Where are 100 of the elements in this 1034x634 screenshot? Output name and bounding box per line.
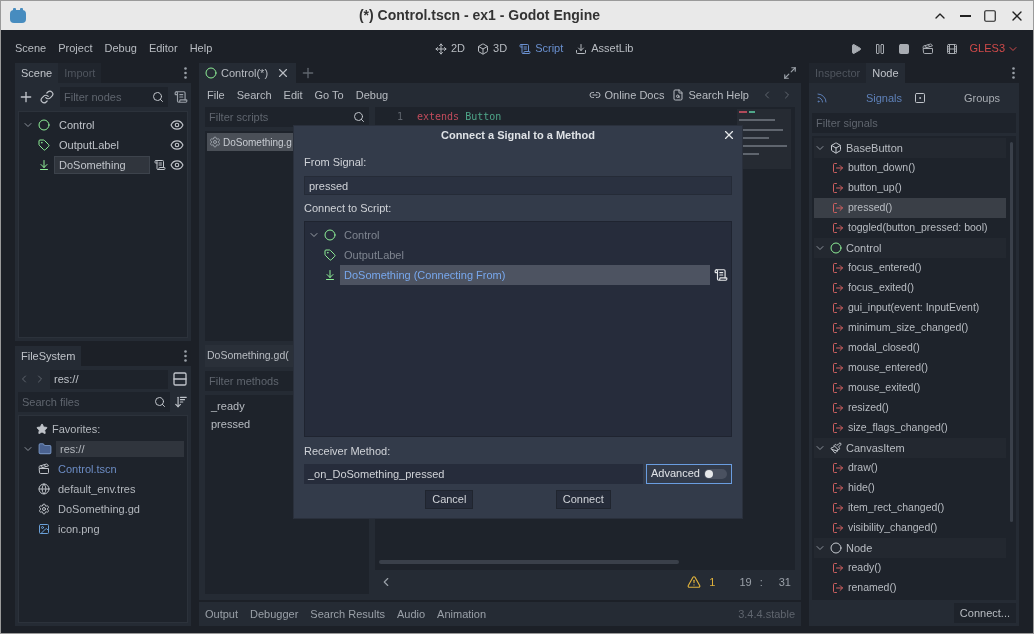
tree-item[interactable]: Control xyxy=(54,115,166,135)
dialog-button[interactable]: Cancel xyxy=(425,489,474,509)
menu-item[interactable]: Edit xyxy=(283,86,303,104)
filter-scripts-field[interactable]: Filter scripts xyxy=(205,107,369,127)
menu-item[interactable]: Help xyxy=(189,40,213,57)
search-icon xyxy=(154,396,166,408)
signal-icon xyxy=(832,422,844,434)
from-signal-field[interactable]: pressed xyxy=(304,175,732,195)
signal-item[interactable]: hide() xyxy=(848,480,875,496)
menu-item[interactable]: Scene xyxy=(15,40,47,57)
menu-item[interactable]: Editor xyxy=(148,40,178,57)
warning-count[interactable]: 1 xyxy=(709,573,716,591)
advanced-toggle[interactable]: Advanced xyxy=(646,463,732,484)
workspace-tab[interactable]: AssetLib xyxy=(575,40,634,57)
signal-item[interactable]: size_flags_changed() xyxy=(848,420,948,436)
close-icon xyxy=(722,128,736,142)
star-icon xyxy=(36,423,48,435)
signal-item[interactable]: pressed() xyxy=(848,200,893,216)
maximize-button[interactable] xyxy=(983,8,997,23)
signal-item[interactable]: toggled(button_pressed: bool) xyxy=(848,220,988,236)
signal-item[interactable]: button_down() xyxy=(848,160,916,176)
cube-icon xyxy=(830,142,842,154)
eye-icon xyxy=(170,158,184,172)
play-button[interactable] xyxy=(849,42,862,55)
filesystem-entry[interactable]: res:// xyxy=(56,440,184,458)
more-icon[interactable] xyxy=(184,67,187,79)
renderer-dropdown[interactable]: GLES3 xyxy=(969,40,1019,57)
signal-icon xyxy=(832,342,844,354)
bottom-panel-tab[interactable]: Debugger xyxy=(250,605,299,623)
signal-item[interactable]: modal_closed() xyxy=(848,340,920,356)
signal-item[interactable]: resized() xyxy=(848,400,889,416)
menu-item[interactable]: Project xyxy=(58,40,93,57)
app-logo-icon xyxy=(9,6,27,25)
play-custom-scene-button[interactable] xyxy=(945,42,958,55)
signal-item[interactable]: focus_entered() xyxy=(848,260,922,276)
image-icon xyxy=(38,523,50,535)
subtab[interactable]: Groups xyxy=(914,89,1012,107)
workspace-tab[interactable]: 3D xyxy=(477,40,508,57)
script-icon xyxy=(174,90,188,104)
search-help-button[interactable]: Search Help xyxy=(672,86,749,104)
field-label: Connect to Script: xyxy=(304,200,393,216)
dialog-button[interactable]: Connect xyxy=(555,489,611,509)
editor-tab[interactable]: Control(*) xyxy=(199,63,297,83)
signal-item[interactable]: visibility_changed() xyxy=(848,520,938,536)
online-docs-button[interactable]: Online Docs xyxy=(588,86,665,104)
dock-tab[interactable]: Node xyxy=(866,63,905,83)
play-scene-button[interactable] xyxy=(921,42,934,55)
filesystem-entry[interactable]: DoSomething.gd xyxy=(54,500,184,518)
signal-icon xyxy=(832,402,844,414)
connect-button[interactable]: Connect... xyxy=(953,603,1016,623)
signal-item[interactable]: ready() xyxy=(848,560,882,576)
dock-tab[interactable]: FileSystem xyxy=(15,346,82,366)
filter-nodes-field[interactable]: Filter nodes xyxy=(60,87,168,107)
menu-item[interactable]: Go To xyxy=(314,86,344,104)
dialog-title: Connect a Signal to a Method xyxy=(441,127,595,143)
signal-item[interactable]: focus_exited() xyxy=(848,280,914,296)
signal-item[interactable]: mouse_entered() xyxy=(848,360,928,376)
workspace-tab[interactable]: Script xyxy=(519,40,564,57)
subtab[interactable]: Signals xyxy=(816,89,914,107)
pause-button[interactable] xyxy=(873,42,886,55)
signal-item[interactable]: minimum_size_changed() xyxy=(848,320,969,336)
tree-item[interactable]: DoSomething xyxy=(54,155,150,175)
filesystem-entry[interactable]: icon.png xyxy=(54,520,184,538)
filter-signals-field[interactable]: Filter signals xyxy=(812,113,1016,133)
receiver-method-field[interactable]: _on_DoSomething_pressed xyxy=(304,463,643,484)
search-files-field[interactable]: Search files xyxy=(18,392,170,412)
sort-icon xyxy=(174,395,188,409)
menu-item[interactable]: File xyxy=(207,86,225,104)
more-icon[interactable] xyxy=(1012,67,1015,79)
signal-item[interactable]: gui_input(event: InputEvent) xyxy=(848,300,980,316)
tree-item[interactable]: OutputLabel xyxy=(54,135,166,155)
bottom-panel-tab[interactable]: Audio xyxy=(396,605,426,623)
filesystem-entry[interactable]: default_env.tres xyxy=(54,480,184,498)
workspace-tab[interactable]: 2D xyxy=(435,40,466,57)
path-field[interactable]: res:// xyxy=(50,369,168,389)
class-header[interactable]: Node xyxy=(846,539,873,557)
signal-item[interactable]: renamed() xyxy=(848,580,897,596)
signal-item[interactable]: mouse_exited() xyxy=(848,380,921,396)
minimize-button[interactable] xyxy=(960,14,971,17)
eye-icon xyxy=(170,118,184,132)
class-header[interactable]: Control xyxy=(846,239,882,257)
menu-item[interactable]: Search xyxy=(236,86,272,104)
more-icon[interactable] xyxy=(184,350,187,362)
code-keyword: extends xyxy=(417,110,460,124)
menu-item[interactable]: Debug xyxy=(355,86,389,104)
bottom-panel-tab[interactable]: Animation xyxy=(437,605,486,623)
signal-icon xyxy=(832,482,844,494)
signal-item[interactable]: item_rect_changed() xyxy=(848,500,945,516)
stop-button[interactable] xyxy=(897,42,910,55)
circle-icon xyxy=(205,67,217,79)
signal-item[interactable]: button_up() xyxy=(848,180,902,196)
filesystem-entry[interactable]: Control.tscn xyxy=(54,460,184,478)
menu-item[interactable]: Debug xyxy=(104,40,137,57)
circle-icon xyxy=(38,119,50,131)
signal-item[interactable]: draw() xyxy=(848,460,878,476)
signal-icon xyxy=(832,302,844,314)
close-button[interactable] xyxy=(722,128,736,142)
dock-tab[interactable]: Scene xyxy=(15,63,59,83)
bottom-panel-tab[interactable]: Search Results xyxy=(310,605,385,623)
bottom-panel-tab[interactable]: Output xyxy=(205,605,239,623)
